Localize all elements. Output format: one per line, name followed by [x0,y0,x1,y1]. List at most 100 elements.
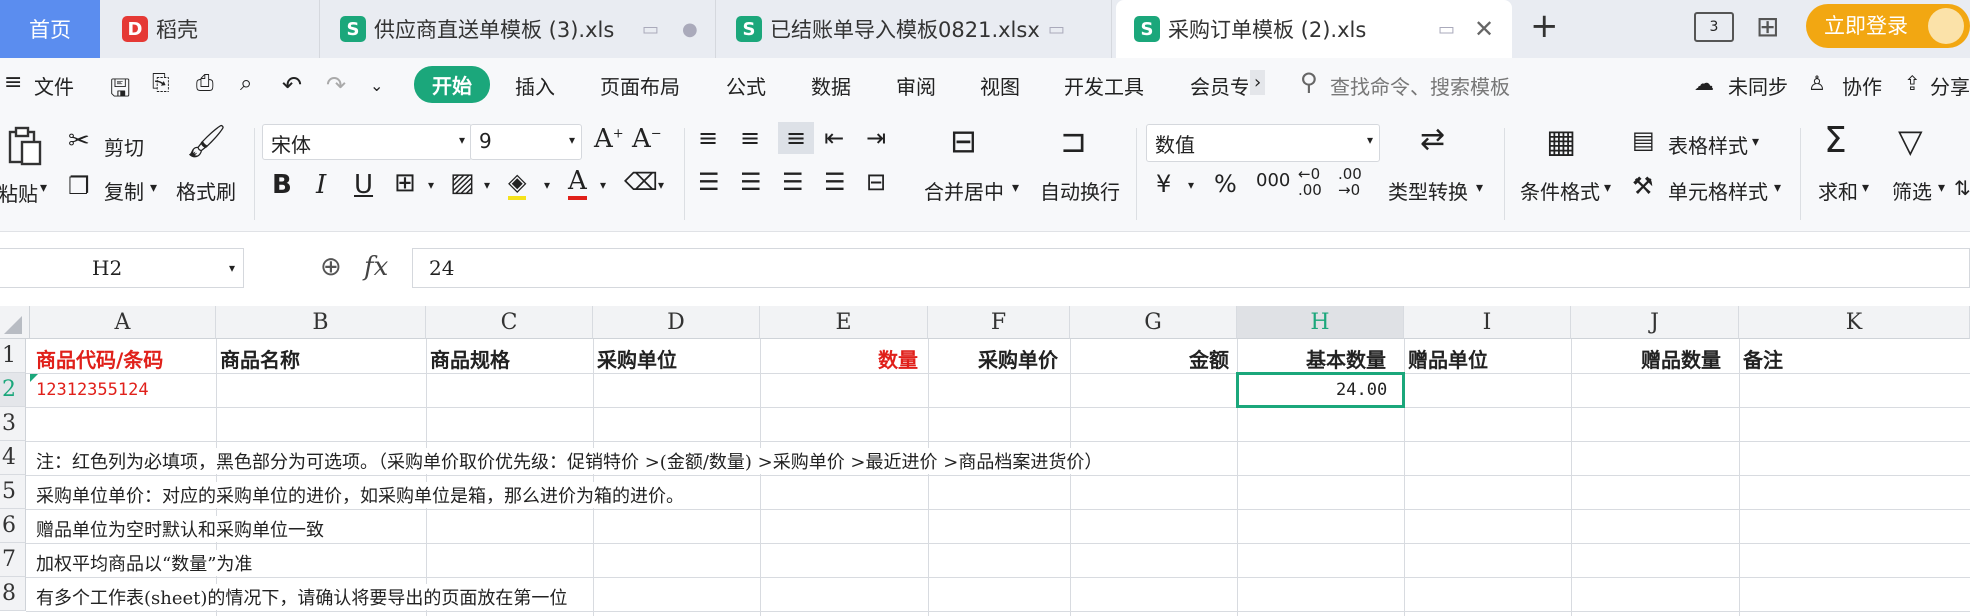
cell-f1[interactable]: 采购单价 [978,344,1058,373]
cell-style-dropdown-icon[interactable]: ▾ [1774,180,1781,196]
convert-type-button[interactable]: 类型转换 [1388,176,1468,205]
column-header-h[interactable]: H [1237,306,1404,339]
menu-more-chevron-icon[interactable]: › [1250,70,1266,95]
menu-data[interactable]: 数据 [811,71,851,100]
conditional-format-dropdown-icon[interactable]: ▾ [1604,180,1611,196]
row-header-3[interactable]: 3 [0,407,26,441]
underline-icon[interactable]: U [354,170,373,200]
justify-icon[interactable]: ☰ [824,168,846,196]
save-icon[interactable]: 🖫 [110,71,130,112]
currency-icon[interactable]: ¥ [1156,170,1171,198]
column-header-j[interactable]: J [1571,306,1739,339]
cell-e1[interactable]: 数量 [878,344,918,373]
sort-icon[interactable]: ⇅ [1954,176,1970,200]
row-header-5[interactable]: 5 [0,475,26,509]
menu-view[interactable]: 视图 [980,71,1020,100]
align-bottom-icon[interactable]: ≡ [778,122,815,154]
align-center-icon[interactable]: ☰ [740,168,762,196]
column-header-i[interactable]: I [1404,306,1571,339]
distributed-align-icon[interactable]: ⊟ [866,168,886,196]
redo-icon[interactable]: ↷ [326,71,346,99]
undo-icon[interactable]: ↶ [282,71,302,99]
font-color-icon[interactable]: A [568,166,587,200]
italic-icon[interactable]: I [316,170,326,200]
decrease-indent-icon[interactable]: ⇤ [824,124,844,152]
quick-access-dropdown-icon[interactable]: ⌄ [370,76,383,95]
border-dropdown-icon[interactable]: ▾ [428,178,434,192]
cell-d1[interactable]: 采购单位 [597,344,677,373]
fx-icon[interactable]: fx [364,252,388,282]
increase-decimal-icon[interactable]: ←0.00 [1298,166,1322,198]
filter-dropdown-icon[interactable]: ▾ [1938,180,1945,196]
percent-icon[interactable]: % [1214,170,1237,198]
copy-dropdown-icon[interactable]: ▾ [150,180,157,196]
decrease-font-icon[interactable]: A− [632,124,662,154]
login-button[interactable]: 立即登录 [1806,4,1970,48]
align-left-icon[interactable]: ☰ [698,168,720,196]
row-header-8[interactable]: 8 [0,577,26,611]
collab-button[interactable]: 协作 [1842,71,1882,100]
currency-dropdown-icon[interactable]: ▾ [1188,178,1194,192]
menu-member[interactable]: 会员专 [1190,71,1248,100]
paste-label[interactable]: 粘贴 [0,178,38,207]
row-header-7[interactable]: 7 [0,543,26,577]
cell-b1[interactable]: 商品名称 [220,344,300,373]
row-header-6[interactable]: 6 [0,509,26,543]
column-header-c[interactable]: C [426,306,593,339]
clear-format-icon[interactable]: ⌫ [624,168,658,196]
cell-a7-note[interactable]: 加权平均商品以“数量”为准 [36,550,257,576]
cell-h1[interactable]: 基本数量 [1306,344,1386,373]
select-all-corner[interactable] [0,306,30,339]
merge-center-button[interactable]: 合并居中 [924,176,1004,205]
bold-icon[interactable]: B [272,170,292,200]
align-right-icon[interactable]: ☰ [782,168,804,196]
increase-indent-icon[interactable]: ⇥ [866,124,886,152]
table-style-button[interactable]: 表格样式 [1668,130,1748,159]
font-name-select[interactable]: 宋体 ▾ [262,124,472,160]
filter-button[interactable]: 筛选 [1892,176,1932,205]
sync-status[interactable]: 未同步 [1728,71,1788,100]
table-style-dropdown-icon[interactable]: ▾ [1752,134,1759,150]
font-color-dropdown-icon[interactable]: ▾ [600,178,606,192]
row-header-1[interactable]: 1 [0,339,26,373]
wrap-text-button[interactable]: 自动换行 [1040,176,1120,205]
tab-file-3[interactable]: S 采购订单模板 (2).xls ▭ ✕ [1116,0,1512,58]
fill-color-dropdown-icon[interactable]: ▾ [544,178,550,192]
clear-format-dropdown-icon[interactable]: ▾ [658,178,664,192]
tab-file-2[interactable]: S 已结账单导入模板0821.xlsx ▭ [718,0,1112,58]
export-pdf-icon[interactable]: ⎘ [152,71,170,96]
column-header-k[interactable]: K [1739,306,1970,339]
float-window-icon[interactable]: ▭ [1438,19,1455,40]
font-size-select[interactable]: 9 ▾ [470,124,582,160]
sum-dropdown-icon[interactable]: ▾ [1862,180,1869,196]
column-header-g[interactable]: G [1070,306,1237,339]
cell-h2[interactable]: 24.00 [1336,380,1387,400]
cell-a2[interactable]: 12312355124 [36,380,149,400]
zoom-icon[interactable]: ⊕ [320,252,342,282]
hamburger-icon[interactable]: ≡ [4,70,22,95]
merge-center-dropdown-icon[interactable]: ▾ [1012,180,1019,196]
sum-button[interactable]: 求和 [1818,176,1858,205]
share-button[interactable]: 分享 [1930,71,1970,100]
new-tab-button[interactable]: + [1530,6,1559,46]
format-painter-button[interactable]: 格式刷 [176,176,236,205]
align-top-icon[interactable]: ≡ [698,124,718,152]
float-window-icon[interactable]: ▭ [642,19,659,40]
cell-k1[interactable]: 备注 [1743,344,1783,373]
thousands-separator-icon[interactable]: 000 [1256,170,1290,191]
cell-style-button[interactable]: 单元格样式 [1668,176,1768,205]
menu-page-layout[interactable]: 页面布局 [600,71,680,100]
row-header-4[interactable]: 4 [0,441,26,475]
column-header-a[interactable]: A [30,306,216,339]
convert-type-dropdown-icon[interactable]: ▾ [1476,180,1483,196]
print-icon[interactable]: ⎙ [196,71,214,96]
paste-icon[interactable] [2,124,46,168]
menu-developer[interactable]: 开发工具 [1064,71,1144,100]
command-search-input[interactable]: 查找命令、搜索模板 [1330,71,1510,100]
close-icon[interactable]: ✕ [1474,15,1494,43]
spreadsheet-grid[interactable]: A B C D E F G H I J K 1 2 3 4 5 6 7 8 商品… [0,306,1970,616]
copy-button[interactable]: 复制 [104,176,144,205]
cell-c1[interactable]: 商品规格 [430,344,510,373]
cell-i1[interactable]: 赠品单位 [1408,344,1488,373]
column-header-e[interactable]: E [760,306,928,339]
